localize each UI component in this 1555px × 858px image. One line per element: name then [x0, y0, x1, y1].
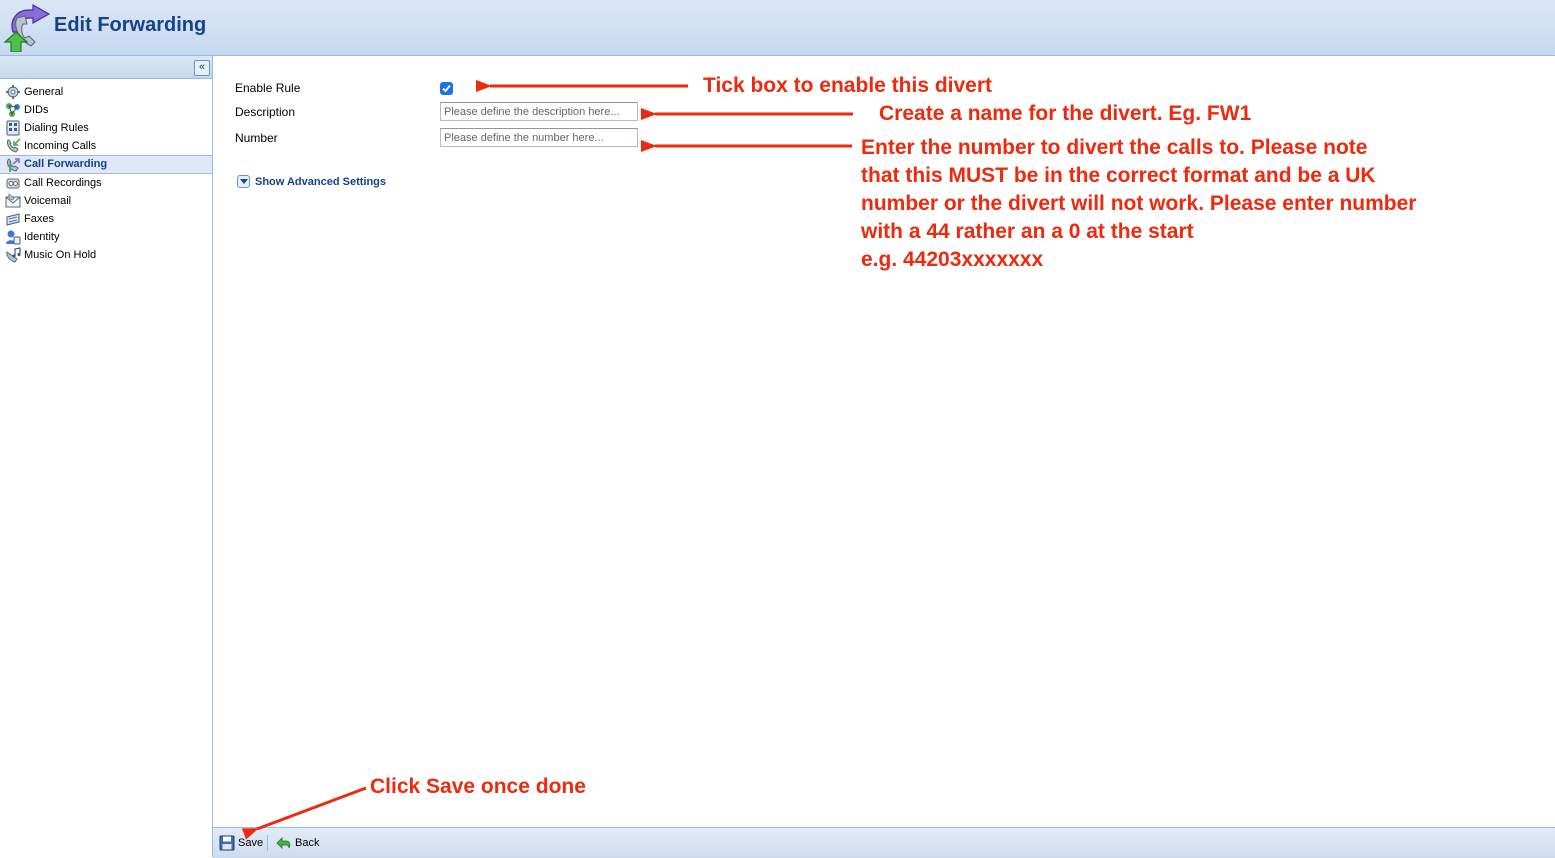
sidebar-item-identity[interactable]: Identity: [0, 228, 212, 246]
enable-rule-label: Enable Rule: [235, 81, 301, 95]
floppy-disk-icon: [219, 835, 235, 851]
annotation-number-line: Enter the number to divert the calls to.…: [861, 136, 1368, 159]
sidebar-item-label: Incoming Calls: [24, 140, 97, 152]
music-icon: [6, 247, 21, 263]
chevron-down-icon: [237, 175, 250, 188]
save-button-label: Save: [238, 837, 264, 849]
sidebar-header: «: [0, 56, 212, 79]
sidebar-item-label: Call Forwarding: [24, 158, 108, 170]
sidebar-item-label: Identity: [24, 231, 60, 243]
voicemail-icon: [5, 193, 21, 208]
sidebar-item-call-recordings[interactable]: Call Recordings: [0, 174, 212, 192]
number-input[interactable]: [440, 128, 638, 147]
sidebar-item-incoming-calls[interactable]: Incoming Calls: [0, 137, 212, 155]
identity-icon: [6, 230, 21, 245]
page-title: Edit Forwarding: [54, 14, 207, 36]
annotation-save: Click Save once done: [370, 775, 586, 798]
checkmark-icon: [442, 84, 451, 93]
sidebar-item-label: Dialing Rules: [24, 122, 89, 134]
annotation-description: Create a name for the divert. Eg. FW1: [879, 102, 1252, 125]
sidebar-item-label: DIDs: [24, 104, 49, 116]
annotation-number-line: number or the divert will not work. Plea…: [861, 192, 1417, 215]
show-advanced-settings-toggle[interactable]: Show Advanced Settings: [237, 174, 386, 190]
sidebar-item-voicemail[interactable]: Voicemail: [0, 192, 212, 210]
number-label: Number: [235, 131, 278, 145]
sidebar-item-music-on-hold[interactable]: Music On Hold: [0, 246, 212, 264]
back-button[interactable]: Back: [273, 833, 323, 853]
gear-icon: [6, 85, 20, 99]
double-chevron-left-icon: «: [198, 61, 206, 73]
collapse-sidebar-button[interactable]: «: [194, 60, 210, 76]
sidebar-item-faxes[interactable]: Faxes: [0, 210, 212, 228]
sidebar-item-label: Voicemail: [24, 195, 72, 207]
sidebar-item-label: General: [24, 86, 64, 98]
recording-icon: [6, 178, 20, 189]
annotation-number: Enter the number to divert the calls to.…: [861, 134, 1416, 274]
sidebar-item-label: Call Recordings: [24, 177, 102, 189]
fax-icon: [6, 213, 20, 226]
sidebar-nav: General DIDs Dialing Rules Incoming Call…: [0, 83, 212, 264]
enable-rule-checkbox[interactable]: [440, 82, 453, 95]
description-label: Description: [235, 105, 296, 119]
toolbar-separator: [267, 835, 268, 851]
show-advanced-settings-label: Show Advanced Settings: [255, 176, 387, 188]
sidebar-item-dialing-rules[interactable]: Dialing Rules: [0, 119, 212, 137]
footer-toolbar: Save Back: [213, 827, 1555, 858]
sidebar-item-label: Faxes: [24, 213, 54, 225]
back-arrow-icon: [276, 837, 291, 849]
sidebar-item-dids[interactable]: DIDs: [0, 101, 212, 119]
sidebar: « General DIDs Dialing Rules Incoming Ca…: [0, 56, 213, 857]
annotation-number-line: e.g. 44203xxxxxxx: [861, 248, 1044, 271]
sidebar-item-label: Music On Hold: [24, 249, 97, 261]
call-forward-icon: [7, 158, 20, 172]
sidebar-item-general[interactable]: General: [0, 83, 212, 101]
incoming-call-icon: [7, 138, 21, 153]
app-header: Edit Forwarding: [0, 0, 1555, 56]
description-input[interactable]: [440, 102, 638, 121]
dialpad-icon: [6, 120, 20, 136]
back-button-label: Back: [295, 837, 320, 849]
save-button[interactable]: Save: [216, 833, 267, 853]
annotation-number-line: that this MUST be in the correct format …: [861, 164, 1376, 187]
annotation-number-line: with a 44 rather an a 0 at the start: [861, 220, 1194, 243]
annotation-enable: Tick box to enable this divert: [703, 74, 993, 97]
sidebar-item-call-forwarding[interactable]: Call Forwarding: [0, 155, 212, 174]
network-icon: [6, 103, 20, 117]
forwarding-phone-icon: [3, 3, 51, 52]
